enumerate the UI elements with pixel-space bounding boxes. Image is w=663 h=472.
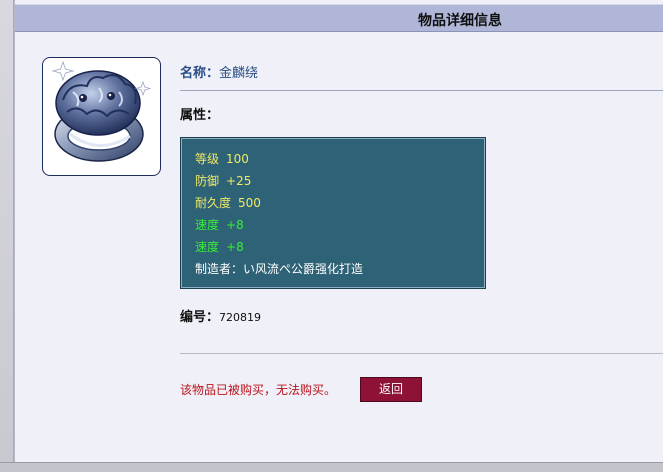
attribute-name: 等级 (195, 152, 220, 166)
item-name-row: 名称：金麟绕 (180, 62, 258, 81)
attribute-name: 防御 (195, 174, 220, 188)
attribute-value: +8 (226, 218, 244, 232)
attribute-level: 等级 100 (195, 148, 484, 170)
attribute-value: 500 (238, 196, 261, 210)
purchase-status-message: 该物品已被购买，无法购买。 (180, 383, 337, 397)
item-code-label: 编号： (180, 310, 220, 325)
item-detail-panel: 物品详细信息 名称：金麟绕 属性： 等级 100 防御 +25 耐久度 500 … (14, 0, 663, 462)
attributes-box: 等级 100 防御 +25 耐久度 500 速度 +8 速度 +8 制造者：い风流ぺ公爵强… (180, 137, 486, 289)
page-title: 物品详细信息 (418, 13, 502, 29)
silver-ring-icon (42, 57, 161, 176)
maker-line: 制造者：い风流ぺ公爵强化打造 (195, 262, 364, 276)
attribute-name: 速度 (195, 240, 220, 254)
item-code-value: 720819 (219, 311, 262, 324)
attribute-durability: 耐久度 500 (195, 192, 484, 214)
attribute-value: 100 (226, 152, 249, 166)
item-name-label: 名称： (180, 66, 220, 81)
back-button[interactable]: 返回 (360, 377, 422, 402)
attribute-speed: 速度 +8 (195, 214, 484, 236)
page-frame: 物品详细信息 名称：金麟绕 属性： 等级 100 防御 +25 耐久度 500 … (0, 0, 663, 472)
attribute-name: 速度 (195, 218, 220, 232)
title-bar: 物品详细信息 (15, 4, 663, 32)
bottom-frame-border (0, 462, 663, 472)
attribute-value: +8 (226, 240, 244, 254)
attribute-name: 耐久度 (195, 196, 232, 210)
left-frame-border (0, 0, 14, 472)
item-code-row: 编号：720819 (180, 306, 261, 325)
name-divider (180, 90, 663, 91)
item-name-value: 金麟绕 (219, 66, 259, 81)
attribute-value: +25 (226, 174, 252, 188)
attribute-speed: 速度 +8 (195, 236, 484, 258)
footer-divider (180, 353, 663, 354)
attribute-defense: 防御 +25 (195, 170, 484, 192)
attributes-label: 属性： (180, 108, 220, 123)
